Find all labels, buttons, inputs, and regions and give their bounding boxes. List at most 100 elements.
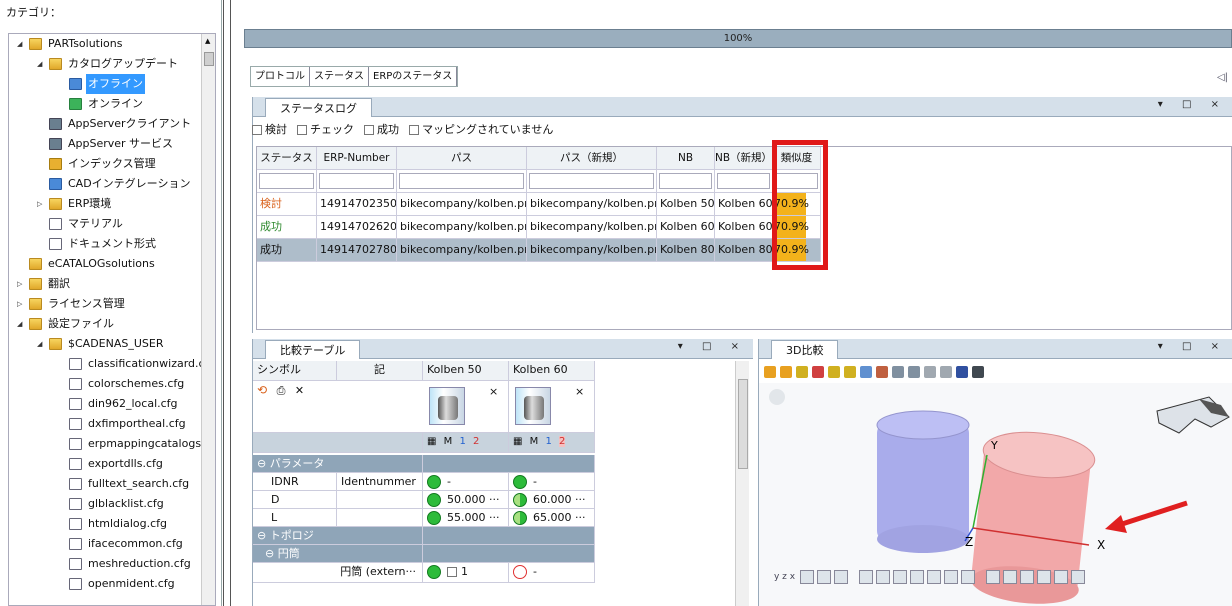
collapse-icon[interactable]: ◢ xyxy=(37,54,42,74)
render-icon[interactable] xyxy=(944,570,958,584)
tree-item[interactable]: ドキュメント形式 xyxy=(49,234,158,254)
scroll-up-icon[interactable]: ▲ xyxy=(205,37,210,45)
tree-item[interactable]: AppServer サービス xyxy=(49,134,175,154)
panel-controls[interactable]: ▾ □ × xyxy=(1158,99,1227,110)
tree-item[interactable]: erpmappingcatalogs.cfg xyxy=(69,434,215,454)
tree-item[interactable]: ifacecommon.cfg xyxy=(69,534,185,554)
view-icon[interactable] xyxy=(876,366,888,378)
tree-item[interactable]: AppServerクライアント xyxy=(49,114,193,134)
tree-item[interactable]: openmident.cfg xyxy=(69,574,177,594)
tree-item[interactable]: htmldialog.cfg xyxy=(69,514,169,534)
tree-item[interactable]: ◢ PARTsolutions xyxy=(17,34,125,54)
tree-item[interactable]: CADインテグレーション xyxy=(49,174,192,194)
viewer-3d-tab[interactable]: 3D比較 xyxy=(771,340,839,359)
tree-item[interactable]: meshreduction.cfg xyxy=(69,554,193,574)
section-topology[interactable]: ⊖ トポロジ xyxy=(253,527,423,545)
view-icon[interactable] xyxy=(796,366,808,378)
tree-item[interactable]: マテリアル xyxy=(49,214,125,234)
zoom-icon[interactable] xyxy=(893,570,907,584)
display-mode-icon[interactable] xyxy=(800,570,814,584)
checkbox-icon[interactable] xyxy=(409,125,419,135)
status-log-tab[interactable]: ステータスログ xyxy=(265,98,372,117)
view-icon[interactable] xyxy=(940,366,952,378)
tree-item[interactable]: dxfimportheal.cfg xyxy=(69,414,188,434)
view-icon[interactable] xyxy=(908,366,920,378)
remove-column-icon[interactable]: × xyxy=(575,383,584,401)
variant-selector-a[interactable]: ▦ M 1 2 xyxy=(423,433,509,453)
filter-success[interactable]: 成功 xyxy=(364,121,399,137)
tree-item[interactable]: ▷ ライセンス管理 xyxy=(17,294,127,314)
filter-review[interactable]: 検討 xyxy=(252,121,287,137)
col-nb-new[interactable]: NB（新規） xyxy=(715,147,773,170)
tree-item[interactable]: オフライン xyxy=(69,74,145,94)
tree-item[interactable]: colorschemes.cfg xyxy=(69,374,186,394)
col-path[interactable]: パス xyxy=(397,147,527,170)
collapse-icon[interactable]: ◢ xyxy=(17,34,22,54)
tree-item[interactable]: din962_local.cfg xyxy=(69,394,180,414)
compare-scrollbar[interactable] xyxy=(735,361,749,606)
tree-item[interactable]: eCATALOGsolutions xyxy=(29,254,157,274)
filter-input[interactable] xyxy=(319,173,394,189)
tree-item[interactable]: ◢ $CADENAS_USER xyxy=(37,334,166,354)
filter-check[interactable]: チェック xyxy=(297,121,354,137)
tab-scroll-icon[interactable]: ◁| xyxy=(1217,72,1228,83)
display-mode-icon[interactable] xyxy=(817,570,831,584)
close-icon[interactable]: ✕ xyxy=(295,384,304,397)
view-direction-icon[interactable] xyxy=(1071,570,1085,584)
view-direction-icon[interactable] xyxy=(1003,570,1017,584)
expand-icon[interactable]: ▷ xyxy=(37,194,42,214)
zoom-icon[interactable] xyxy=(876,570,890,584)
tree-item[interactable]: ▷ ERP環境 xyxy=(37,194,113,214)
panel-controls[interactable]: ▾ □ × xyxy=(1158,341,1227,352)
filter-input[interactable] xyxy=(259,173,314,189)
variant-selector-b[interactable]: ▦ M 1 2 xyxy=(509,433,595,453)
checkbox-icon[interactable] xyxy=(447,567,457,577)
checkbox-icon[interactable] xyxy=(297,125,307,135)
view-icon[interactable] xyxy=(844,366,856,378)
filter-input[interactable] xyxy=(399,173,524,189)
tree-item[interactable]: exportdlls.cfg xyxy=(69,454,165,474)
zoom-icon[interactable] xyxy=(859,570,873,584)
col-path-new[interactable]: パス（新規） xyxy=(527,147,657,170)
collapse-icon[interactable]: ◢ xyxy=(37,334,42,354)
checkbox-icon[interactable] xyxy=(364,125,374,135)
compare-tab[interactable]: 比較テーブル xyxy=(265,340,361,359)
tree-item[interactable]: ▷ 翻訳 xyxy=(17,274,72,294)
view-icon[interactable] xyxy=(956,366,968,378)
collapse-icon[interactable]: ◢ xyxy=(17,314,22,334)
table-icon[interactable]: ▦ xyxy=(427,436,436,447)
view-direction-icon[interactable] xyxy=(986,570,1000,584)
view-icon[interactable] xyxy=(780,366,792,378)
filter-input[interactable] xyxy=(529,173,654,189)
view-icon[interactable] xyxy=(828,366,840,378)
view-direction-icon[interactable] xyxy=(1037,570,1051,584)
checkbox-icon[interactable] xyxy=(252,125,262,135)
scroll-thumb[interactable] xyxy=(204,52,214,66)
tree-item[interactable]: インデックス管理 xyxy=(49,154,158,174)
tab-protocol[interactable]: プロトコル xyxy=(251,67,310,86)
section-cylinder[interactable]: ⊖ 円筒 xyxy=(253,545,423,563)
scroll-thumb[interactable] xyxy=(738,379,748,469)
filter-input[interactable] xyxy=(659,173,712,189)
tree-scrollbar[interactable]: ▲ xyxy=(201,34,215,605)
view-icon[interactable] xyxy=(764,366,776,378)
print-icon[interactable]: ⎙ xyxy=(277,384,286,397)
tree-item[interactable]: ◢ 設定ファイル xyxy=(17,314,116,334)
tree-item[interactable]: ◢ カタログアップデート xyxy=(37,54,180,74)
orbit-icon[interactable] xyxy=(769,389,785,405)
filter-unmapped[interactable]: マッピングされていません xyxy=(409,121,553,137)
render-icon[interactable] xyxy=(910,570,924,584)
table-icon[interactable]: ▦ xyxy=(513,436,522,447)
view-icon[interactable] xyxy=(892,366,904,378)
tab-erp-status[interactable]: ERPのステータス xyxy=(369,67,458,86)
panel-controls[interactable]: ▾ □ × xyxy=(678,341,747,352)
expand-icon[interactable]: ▷ xyxy=(17,274,22,294)
view-direction-icon[interactable] xyxy=(1020,570,1034,584)
refresh-icon[interactable]: ⟲ xyxy=(257,383,267,397)
tab-status[interactable]: ステータス xyxy=(310,67,369,86)
splitter[interactable] xyxy=(223,0,231,606)
col-erp-number[interactable]: ERP-Number xyxy=(317,147,397,170)
view-icon[interactable] xyxy=(812,366,824,378)
tree-item[interactable]: classificationwizard.cfg xyxy=(69,354,215,374)
render-icon[interactable] xyxy=(927,570,941,584)
